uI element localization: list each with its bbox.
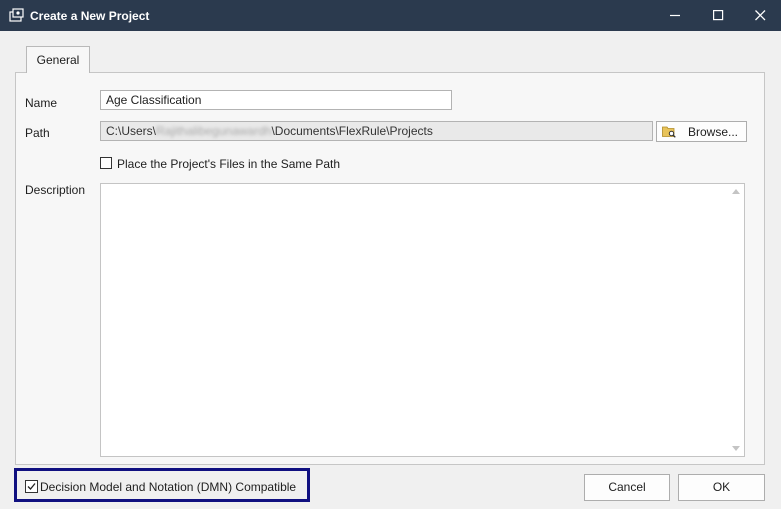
browse-label: Browse...	[688, 125, 739, 139]
tab-general[interactable]: General	[26, 46, 90, 73]
title-bar[interactable]: Create a New Project	[0, 0, 781, 31]
close-button[interactable]	[738, 0, 781, 31]
close-icon	[755, 10, 766, 21]
path-input[interactable]: C:\Users\Rajithalibegunawardh\Documents\…	[100, 121, 653, 141]
name-input[interactable]: Age Classification	[100, 90, 452, 110]
scroll-down-icon[interactable]	[732, 446, 740, 451]
same-path-label[interactable]: Place the Project's Files in the Same Pa…	[117, 157, 340, 171]
dmn-checkbox[interactable]	[25, 480, 38, 493]
dmn-highlight-box: Decision Model and Notation (DMN) Compat…	[14, 468, 310, 502]
minimize-button[interactable]	[653, 0, 698, 31]
same-path-checkbox[interactable]	[100, 157, 112, 169]
window-title: Create a New Project	[30, 9, 150, 23]
maximize-icon	[713, 10, 724, 21]
path-prefix: C:\Users\	[106, 124, 157, 138]
folder-search-icon	[662, 126, 676, 138]
maximize-button[interactable]	[696, 0, 741, 31]
description-label: Description	[25, 183, 86, 197]
description-textarea[interactable]	[100, 183, 745, 457]
ok-button[interactable]: OK	[678, 474, 765, 501]
scroll-up-icon[interactable]	[732, 189, 740, 194]
path-username-blurred: Rajithalibegunawardh	[156, 124, 272, 138]
create-project-dialog: Create a New Project General Name Age Cl…	[0, 0, 781, 509]
description-scrollbar[interactable]	[728, 184, 744, 456]
cancel-button[interactable]: Cancel	[584, 474, 670, 501]
path-label: Path	[25, 126, 50, 140]
name-label: Name	[25, 96, 58, 110]
minimize-icon	[670, 14, 680, 17]
browse-button[interactable]: Browse...	[656, 121, 747, 142]
dmn-label[interactable]: Decision Model and Notation (DMN) Compat…	[40, 480, 296, 494]
checkmark-icon	[27, 483, 36, 490]
project-icon	[9, 8, 24, 22]
path-suffix: \Documents\FlexRule\Projects	[271, 124, 433, 138]
